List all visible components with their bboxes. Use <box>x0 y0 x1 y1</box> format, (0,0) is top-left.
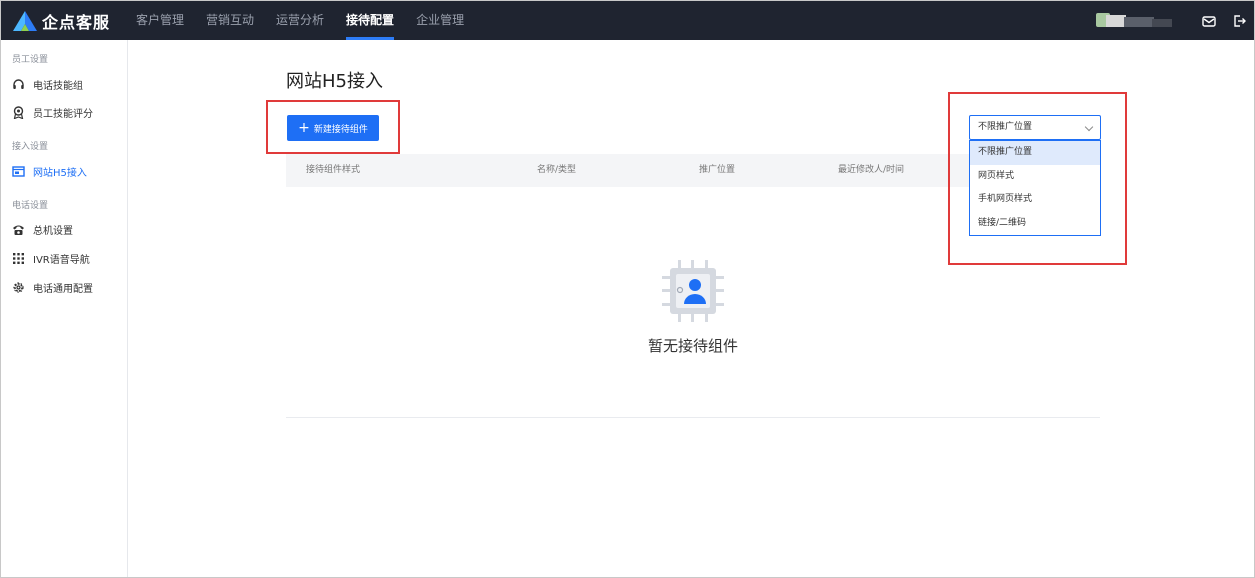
column-header-widget-style: 接待组件样式 <box>306 165 361 175</box>
nav-customer-management[interactable]: 客户管理 <box>125 1 195 40</box>
nav-reception-config[interactable]: 接待配置 <box>335 1 405 40</box>
select-value: 不限推广位置 <box>978 122 1033 132</box>
nav-marketing-interaction[interactable]: 营销互动 <box>195 1 265 40</box>
dropdown-option-all[interactable]: 不限推广位置 <box>970 141 1100 165</box>
sidebar-item-switchboard-settings[interactable]: 总机设置 <box>1 218 127 240</box>
app-logo[interactable]: 企点客服 <box>13 10 110 32</box>
web-window-icon <box>12 165 25 178</box>
sidebar-item-web-h5-access[interactable]: 网站H5接入 <box>1 160 127 182</box>
chevron-down-icon <box>1084 122 1094 132</box>
sidebar: 员工设置 电话技能组 员工技能评分 接入设置 网站H5接入 电话设置 总机设置 … <box>1 40 128 577</box>
logo-icon <box>13 11 37 31</box>
divider <box>286 417 1100 418</box>
nav-operation-analysis[interactable]: 运营分析 <box>265 1 335 40</box>
sidebar-item-label: 总机设置 <box>33 225 73 237</box>
column-header-last-modified: 最近修改人/时间 <box>838 165 905 175</box>
headset-icon <box>12 78 25 91</box>
main-nav: 客户管理 营销互动 运营分析 接待配置 企业管理 <box>125 1 475 40</box>
page-title: 网站H5接入 <box>286 71 383 92</box>
sidebar-item-phone-general-config[interactable]: 电话通用配置 <box>1 276 127 298</box>
sidebar-item-phone-skill-group[interactable]: 电话技能组 <box>1 73 127 95</box>
grid-dots-icon <box>12 252 25 265</box>
new-button-label: 新建接待组件 <box>313 124 368 135</box>
nav-enterprise-management[interactable]: 企业管理 <box>405 1 475 40</box>
user-avatar[interactable] <box>1094 11 1174 31</box>
empty-state-icon <box>662 260 724 322</box>
empty-state-text: 暂无接待组件 <box>647 337 738 355</box>
dropdown-option-web-style[interactable]: 网页样式 <box>970 165 1100 189</box>
plus-icon: + <box>298 120 310 136</box>
sidebar-item-label: IVR语音导航 <box>33 254 90 266</box>
sidebar-group-access-settings: 接入设置 <box>12 142 49 152</box>
promotion-position-select[interactable]: 不限推广位置 <box>969 115 1101 140</box>
logout-icon[interactable] <box>1231 13 1247 29</box>
telephone-icon <box>12 223 25 236</box>
dropdown-option-link-qrcode[interactable]: 链接/二维码 <box>970 212 1100 236</box>
sidebar-group-staff-settings: 员工设置 <box>12 55 49 65</box>
sidebar-item-staff-skill-score[interactable]: 员工技能评分 <box>1 101 127 123</box>
promotion-position-dropdown: 不限推广位置 网页样式 手机网页样式 链接/二维码 <box>969 140 1101 236</box>
app-frame <box>0 0 1255 578</box>
app-name: 企点客服 <box>42 13 111 32</box>
mail-icon[interactable] <box>1201 13 1217 29</box>
sidebar-item-label: 电话技能组 <box>33 80 83 92</box>
sidebar-item-label: 网站H5接入 <box>33 167 87 179</box>
sidebar-item-label: 电话通用配置 <box>33 283 93 295</box>
top-nav-bar: 企点客服 客户管理 营销互动 运营分析 接待配置 企业管理 <box>1 1 1254 40</box>
gear-icon <box>12 281 25 294</box>
column-header-promotion-position: 推广位置 <box>699 165 736 175</box>
dropdown-option-mobile-web-style[interactable]: 手机网页样式 <box>970 188 1100 212</box>
sidebar-item-ivr-navigation[interactable]: IVR语音导航 <box>1 247 127 269</box>
new-reception-widget-button[interactable]: + 新建接待组件 <box>287 115 379 141</box>
award-icon <box>12 105 25 119</box>
sidebar-group-phone-settings: 电话设置 <box>12 201 49 211</box>
column-header-name-type: 名称/类型 <box>537 165 577 175</box>
sidebar-item-label: 员工技能评分 <box>33 108 93 120</box>
